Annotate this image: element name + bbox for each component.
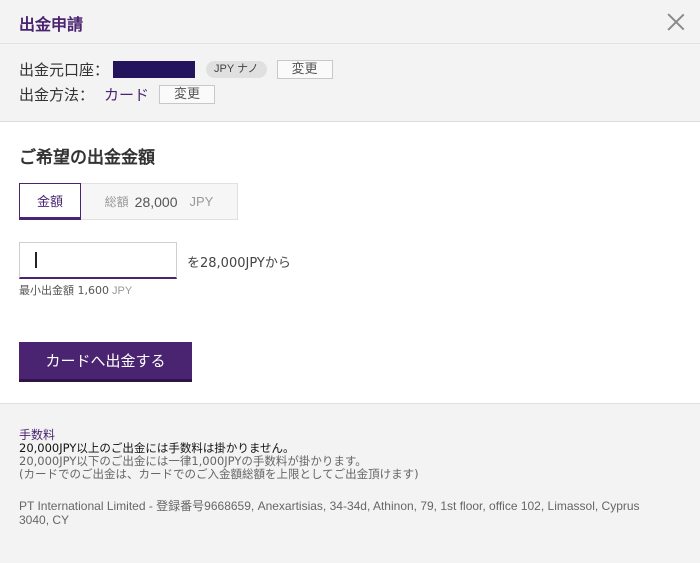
dialog-header: 出金申請 bbox=[0, 0, 700, 44]
close-icon[interactable] bbox=[666, 12, 686, 32]
total-value: 28,000 bbox=[134, 193, 178, 210]
total-label: 総額 bbox=[104, 195, 129, 209]
min-amount-text: 最小出金額 1,600 JPY bbox=[19, 282, 132, 298]
company-info: PT International Limited - 登録番号9668659, … bbox=[19, 499, 640, 527]
fee-info-section: 手数料 20,000JPY以上のご出金には手数料は掛かりません。 20,000J… bbox=[0, 404, 700, 563]
change-account-button[interactable]: 変更 bbox=[276, 60, 333, 79]
dialog-title: 出金申請 bbox=[19, 15, 84, 34]
source-account-label: 出金元口座： bbox=[19, 61, 110, 79]
source-account-row: 出金元口座： JPY ナノ 変更 bbox=[19, 59, 333, 80]
tab-amount[interactable]: 金額 bbox=[19, 183, 81, 220]
masked-account-number bbox=[113, 61, 196, 78]
tab-total[interactable]: 総額 28,000 JPY bbox=[81, 183, 238, 220]
section-title: ご希望の出金金額 bbox=[19, 148, 155, 168]
min-amount-label: 最小出金額 1,600 bbox=[19, 284, 109, 297]
withdraw-method-value: カード bbox=[104, 86, 150, 104]
withdraw-method-label: 出金方法： bbox=[19, 86, 95, 104]
currency-badge: JPY ナノ bbox=[206, 61, 267, 78]
text-caret bbox=[35, 252, 37, 268]
withdraw-method-row: 出金方法： カード 変更 bbox=[19, 84, 216, 105]
total-currency: JPY bbox=[189, 194, 214, 209]
withdrawal-dialog: 出金申請 出金元口座： JPY ナノ 変更 出金方法： カード 変更 ご希望の出… bbox=[0, 0, 700, 563]
amount-section: ご希望の出金金額 金額 総額 28,000 JPY を28,000JPYから 最… bbox=[0, 122, 700, 404]
amount-tabs: 金額 総額 28,000 JPY bbox=[19, 183, 238, 220]
amount-input[interactable] bbox=[19, 242, 177, 279]
max-amount-text: を28,000JPYから bbox=[187, 256, 291, 271]
account-section: 出金元口座： JPY ナノ 変更 出金方法： カード 変更 bbox=[0, 44, 700, 122]
fee-lines: 20,000JPY以上のご出金には手数料は掛かりません。 20,000JPY以下… bbox=[19, 442, 419, 481]
min-amount-currency: JPY bbox=[112, 285, 133, 297]
fee-line: (カードでのご出金は、カードでのご入金額総額を上限としてご出金頂けます) bbox=[19, 467, 419, 481]
withdraw-to-card-button[interactable]: カードへ出金する bbox=[19, 342, 192, 382]
change-method-button[interactable]: 変更 bbox=[159, 85, 216, 104]
